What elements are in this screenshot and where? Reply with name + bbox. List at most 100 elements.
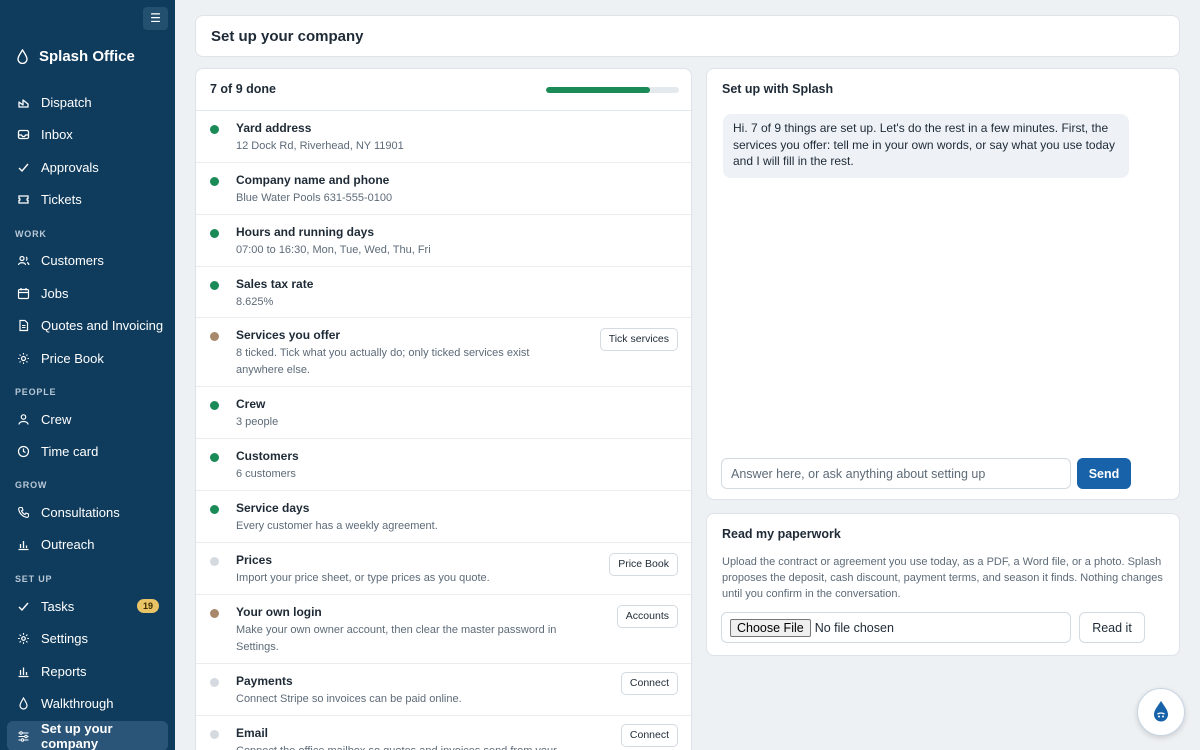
checklist-item: Yard address 12 Dock Rd, Riverhead, NY 11… xyxy=(196,111,691,163)
nav-customers[interactable]: Customers xyxy=(7,245,168,275)
nav-dispatch[interactable]: Dispatch xyxy=(7,87,168,117)
checklist-header: 7 of 9 done xyxy=(196,69,691,111)
nav-time-card[interactable]: Time card xyxy=(7,436,168,466)
checklist-item-title: Crew xyxy=(236,397,266,411)
checklist-item: Hours and running days 07:00 to 16:30, Mo… xyxy=(196,215,691,267)
nav-settings[interactable]: Settings xyxy=(7,623,168,653)
checklist-item: Company name and phone Blue Water Pools 6… xyxy=(196,163,691,215)
read-it-button[interactable]: Read it xyxy=(1079,612,1145,643)
nav-consultations[interactable]: Consultations xyxy=(7,497,168,527)
checklist-item-detail: Connect Stripe so invoices can be paid o… xyxy=(236,693,462,705)
check-icon xyxy=(18,602,29,611)
nav-inbox[interactable]: Inbox xyxy=(7,119,168,149)
status-dot xyxy=(210,505,219,514)
checklist-action-button[interactable]: Price Book xyxy=(609,553,678,576)
brand-name: Splash Office xyxy=(39,47,135,65)
status-dot xyxy=(210,730,219,739)
checklist-item-title: Services you offer xyxy=(236,328,341,342)
setup-checklist: 7 of 9 done Yard address 12 Dock Rd, Rive… xyxy=(195,68,692,750)
paperwork-title: Read my paperwork xyxy=(722,527,841,541)
nav-label: Set up your company xyxy=(41,721,113,750)
nav-label: Time card xyxy=(41,443,99,459)
checklist-item: Prices Import your price sheet, or type p… xyxy=(196,543,691,595)
checklist-item: Service days Every customer has a weekly … xyxy=(196,491,691,543)
chat-input[interactable] xyxy=(721,458,1071,489)
nav-reports[interactable]: Reports xyxy=(7,656,168,686)
nav-tickets[interactable]: Tickets xyxy=(7,184,168,214)
checklist-item-title: Sales tax rate xyxy=(236,277,314,291)
status-dot xyxy=(210,453,219,462)
checklist-item-title: Email xyxy=(236,726,269,740)
checklist-item-title: Payments xyxy=(236,674,293,688)
inbox-icon xyxy=(17,129,30,139)
checklist-item-detail: Make your own owner account, then clear … xyxy=(236,624,557,653)
sliders-icon xyxy=(18,730,29,742)
nav-label: Approvals xyxy=(41,159,99,175)
checklist-item-detail: 8.625% xyxy=(236,296,274,308)
section-grow: GROW xyxy=(15,480,48,490)
section-work: WORK xyxy=(15,229,47,239)
checklist-item-title: Company name and phone xyxy=(236,173,390,187)
status-dot xyxy=(210,229,219,238)
nav-tasks[interactable]: Tasks 19 xyxy=(7,591,168,621)
checklist-item: Email Connect the office mailbox so quote… xyxy=(196,716,691,750)
collapse-sidebar-button[interactable]: ☰ xyxy=(143,7,168,30)
gear-icon xyxy=(18,632,29,644)
nav-jobs[interactable]: Jobs xyxy=(7,278,168,308)
check-icon xyxy=(18,163,29,172)
nav-label: Jobs xyxy=(41,285,69,301)
document-icon xyxy=(19,319,29,331)
choose-file-button[interactable]: Choose File xyxy=(730,618,811,637)
nav-quotes-invoicing[interactable]: Quotes and Invoicing xyxy=(7,310,168,340)
nav-crew[interactable]: Crew xyxy=(7,404,168,434)
send-button[interactable]: Send xyxy=(1077,458,1131,489)
nav-label: Settings xyxy=(41,630,88,646)
nav-label: Consultations xyxy=(41,504,120,520)
phone-icon xyxy=(18,506,30,518)
progress-fill xyxy=(546,87,650,93)
checklist-item-title: Yard address xyxy=(236,121,312,135)
checklist-item-title: Hours and running days xyxy=(236,225,375,239)
nav-label: Walkthrough xyxy=(41,695,114,711)
nav-price-book[interactable]: Price Book xyxy=(7,343,168,373)
checklist-item: Your own login Make your own owner accoun… xyxy=(196,595,691,664)
file-input[interactable]: Choose File No file chosen xyxy=(721,612,1071,643)
checklist-action-button[interactable]: Accounts xyxy=(616,605,678,628)
nav-label: Price Book xyxy=(41,350,104,366)
page-title: Set up your company xyxy=(211,28,364,45)
help-assistant-button[interactable] xyxy=(1137,688,1185,736)
checklist-item-detail: 3 people xyxy=(236,416,279,428)
nav-walkthrough[interactable]: Walkthrough xyxy=(7,688,168,718)
status-dot xyxy=(210,125,219,134)
bar-chart-icon xyxy=(18,667,29,677)
nav-approvals[interactable]: Approvals xyxy=(7,152,168,182)
ticket-icon xyxy=(18,194,29,204)
section-people: PEOPLE xyxy=(15,387,57,397)
checklist-item-title: Prices xyxy=(236,553,273,567)
users-icon xyxy=(17,255,30,265)
brand[interactable]: Splash Office xyxy=(16,45,135,67)
checklist-item: Customers 6 customers xyxy=(196,439,691,491)
dispatch-icon xyxy=(18,98,29,108)
drop-icon xyxy=(17,48,28,64)
page-header: Set up your company xyxy=(195,15,1180,57)
nav-label: Reports xyxy=(41,663,87,679)
nav-outreach[interactable]: Outreach xyxy=(7,529,168,559)
checklist-item-detail: Import your price sheet, or type prices … xyxy=(236,572,490,584)
drop-icon xyxy=(19,696,28,710)
nav-label: Crew xyxy=(41,411,72,427)
status-dot xyxy=(210,557,219,566)
nav-set-up-your-company[interactable]: Set up your company xyxy=(7,721,168,750)
checklist-item-title: Your own login xyxy=(236,605,322,619)
checklist-action-button[interactable]: Tick services xyxy=(599,328,678,351)
checklist-item: Crew 3 people xyxy=(196,387,691,439)
status-dot xyxy=(210,332,219,341)
checklist-item: Sales tax rate 8.625% xyxy=(196,267,691,318)
paperwork-upload: Read my paperwork Upload the contract or… xyxy=(706,513,1180,656)
progress-label: 7 of 9 done xyxy=(210,82,276,96)
status-dot xyxy=(210,281,219,290)
checklist-item: Services you offer 8 ticked. Tick what yo… xyxy=(196,318,691,387)
checklist-action-button[interactable]: Connect xyxy=(620,724,678,747)
checklist-item-detail: Connect the office mailbox so quotes and… xyxy=(236,743,576,750)
checklist-action-button[interactable]: Connect xyxy=(620,672,678,695)
